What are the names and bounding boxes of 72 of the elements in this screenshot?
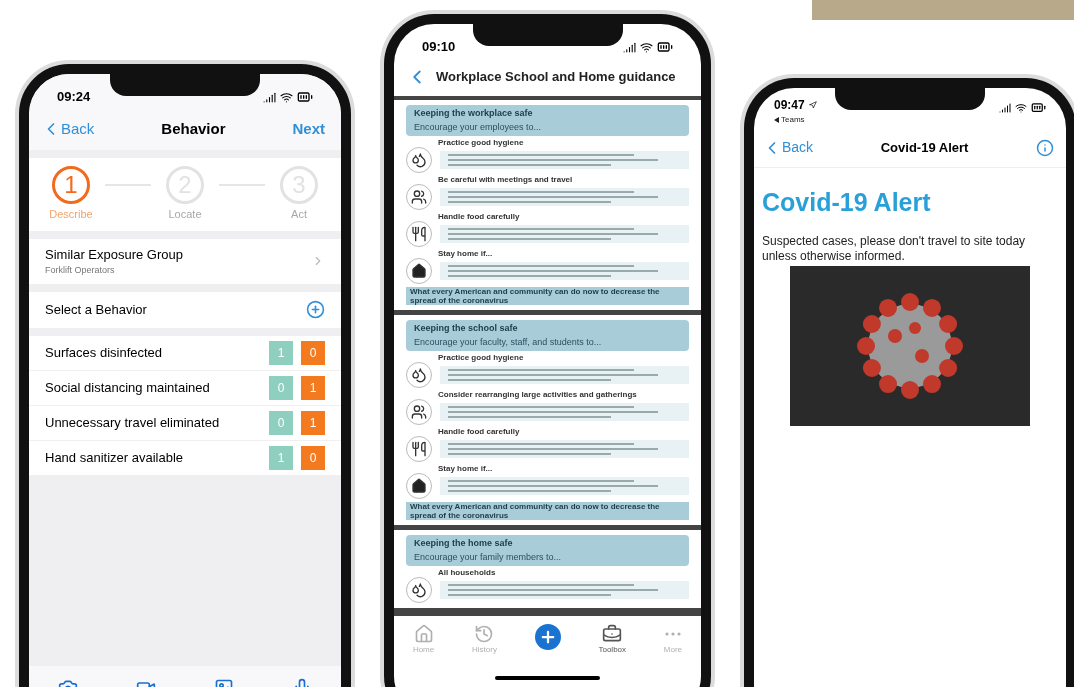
row-title: Similar Exposure Group (45, 245, 183, 264)
location-icon (808, 101, 817, 109)
battery-icon (657, 39, 673, 55)
topic-heading: Handle food carefully (437, 427, 521, 436)
alert-heading: Covid-19 Alert (761, 187, 932, 218)
behavior-name: Unnecessary travel eliminated (45, 413, 220, 432)
step-label: Describe (49, 207, 93, 222)
status-time: 09:24 (57, 88, 91, 107)
back-triangle-icon (774, 117, 779, 123)
step-number[interactable]: 1 (52, 166, 90, 204)
wifi-icon (1015, 101, 1027, 114)
section-subtitle: Encourage your faculty, staff, and students to... (414, 335, 603, 349)
select-behavior-row[interactable]: Select a Behavior (29, 291, 341, 328)
return-app-link[interactable]: Teams (781, 114, 805, 126)
positive-count[interactable]: 1 (269, 340, 293, 365)
positive-count[interactable]: 0 (269, 375, 293, 400)
alert-message: Suspected cases, please don't travel to site today unless otherwise informed. (761, 233, 1027, 264)
tab[interactable]: Toolbox (598, 624, 627, 656)
back-button[interactable]: Back (762, 137, 814, 158)
topic-heading: Stay home if... (437, 249, 494, 258)
section-footer: What every American and community can do now to decrease the spread of the coronavirus (406, 287, 689, 305)
info-icon[interactable] (1036, 138, 1054, 157)
tab[interactable]: More (663, 624, 683, 656)
screen-title: Workplace School and Home guidance (436, 68, 676, 87)
tab[interactable]: History (472, 624, 497, 656)
home-icon (413, 624, 434, 644)
behavior-name: Social distancing maintained (45, 378, 210, 397)
topic-heading: Be careful with meetings and travel (437, 175, 574, 184)
topic-heading: Stay home if... (437, 464, 494, 473)
behavior-name: Hand sanitizer available (45, 448, 184, 467)
section-footer: What every American and community can do now to decrease the spread of the coronavirus (406, 502, 689, 520)
row-title: Select a Behavior (45, 300, 147, 319)
toolbox-icon (602, 624, 623, 644)
add-icon (306, 300, 325, 319)
status-time: 09:47 (774, 97, 805, 114)
signal-icon (999, 101, 1011, 114)
signal-icon (623, 40, 636, 54)
positive-count[interactable]: 0 (269, 410, 293, 435)
add-button[interactable] (534, 624, 561, 650)
negative-count[interactable]: 1 (301, 410, 325, 435)
section-title: Keeping the home safe (414, 537, 514, 550)
topic-heading: Consider rearranging large activities and gatherings (437, 390, 638, 399)
negative-count[interactable]: 0 (301, 340, 325, 365)
negative-count[interactable]: 0 (301, 445, 325, 470)
step-label: Locate (168, 207, 202, 222)
wifi-icon (280, 90, 293, 104)
next-button[interactable]: Next (292, 117, 329, 141)
back-button[interactable]: Back (41, 117, 95, 141)
section-subtitle: Encourage your employees to... (414, 120, 543, 134)
status-time: 09:10 (422, 38, 456, 57)
topic-heading: All households (437, 568, 497, 577)
history-icon (474, 624, 495, 644)
screen-title: Covid-19 Alert (880, 138, 969, 157)
battery-icon (297, 89, 313, 105)
wifi-icon (640, 40, 653, 54)
exposure-group-row[interactable]: Similar Exposure Group Forklift Operators (29, 238, 341, 284)
section-title: Keeping the school safe (414, 322, 519, 335)
step-label: Act (291, 207, 307, 222)
screen-title: Behavior (161, 118, 226, 139)
section-subtitle: Encourage your family members to... (414, 550, 563, 564)
topic-heading: Handle food carefully (437, 212, 521, 221)
behavior-name: Surfaces disinfected (45, 343, 163, 362)
battery-icon (1031, 100, 1046, 115)
tab[interactable]: Home (412, 624, 435, 656)
row-subtitle: Forklift Operators (45, 264, 116, 277)
section-title: Keeping the workplace safe (414, 107, 534, 120)
topic-heading: Practice good hygiene (437, 138, 525, 147)
more-icon (664, 632, 681, 636)
topic-heading: Practice good hygiene (437, 353, 525, 362)
signal-icon (263, 90, 276, 104)
positive-count[interactable]: 1 (269, 445, 293, 470)
negative-count[interactable]: 1 (301, 375, 325, 400)
